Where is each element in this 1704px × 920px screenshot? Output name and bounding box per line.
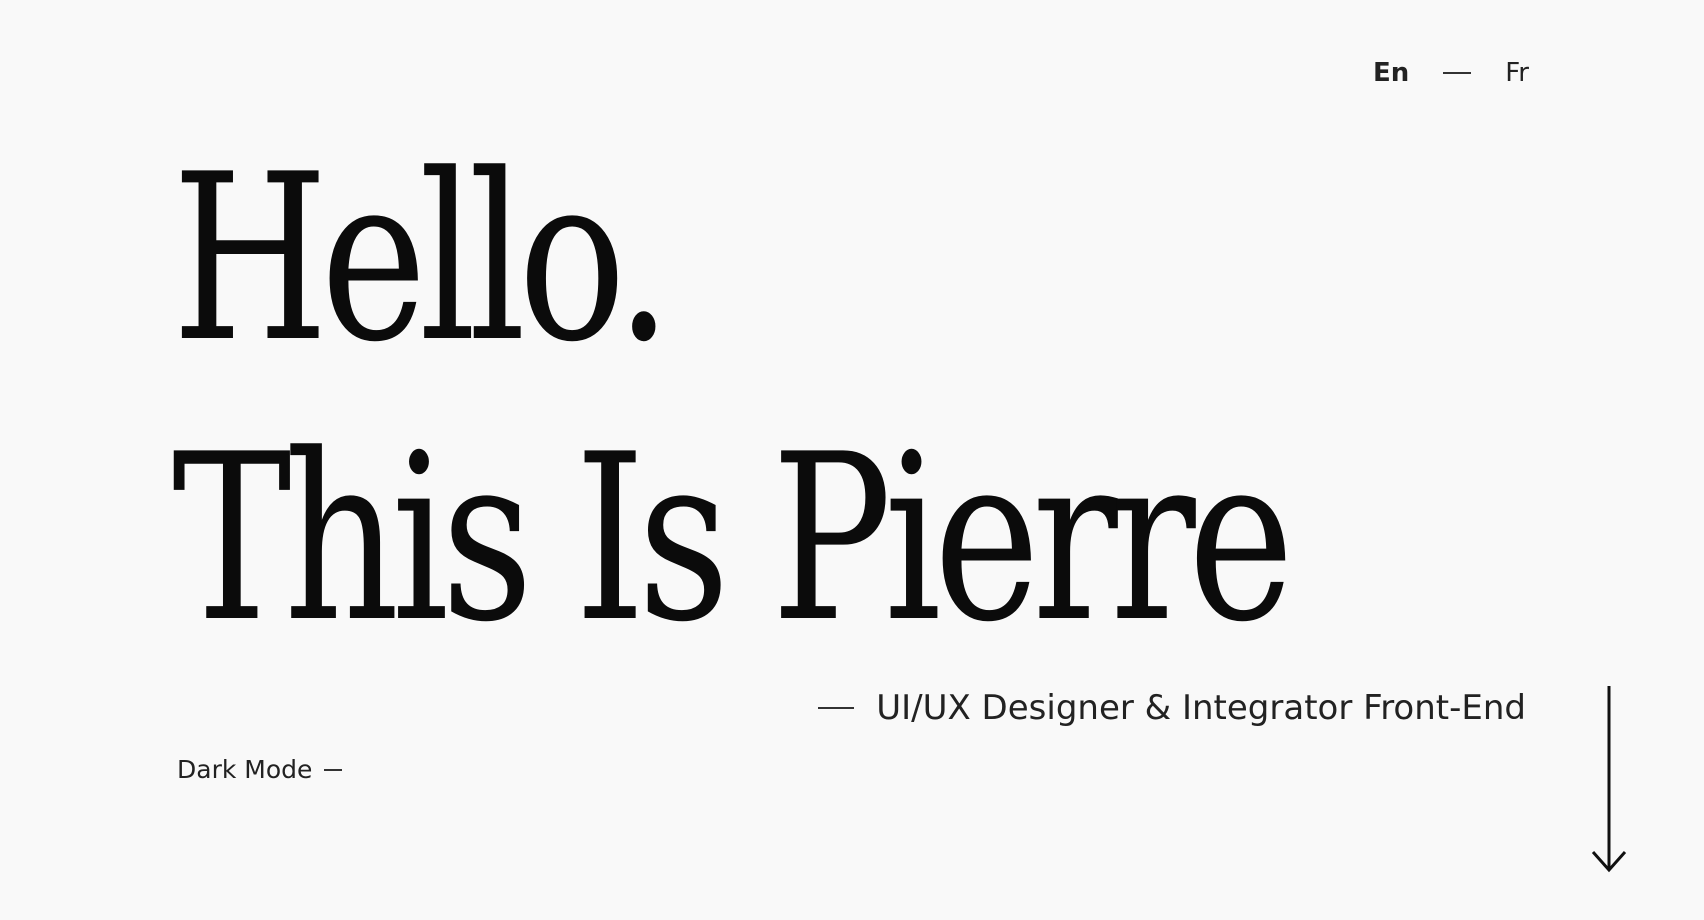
subtitle-dash: [818, 707, 855, 709]
arrow-down-icon[interactable]: [1591, 686, 1627, 874]
role-text: UI/UX Designer & Integrator Front-End: [876, 688, 1526, 728]
dark-mode-dash: [324, 768, 343, 771]
dark-mode-toggle[interactable]: Dark Mode: [177, 755, 343, 784]
hero-line-hello: Hello.: [172, 126, 672, 393]
language-separator: [1443, 72, 1472, 74]
hero-line-name: This Is Pierre: [172, 406, 1294, 673]
role-subtitle: UI/UX Designer & Integrator Front-End: [818, 688, 1526, 728]
language-en-link[interactable]: En: [1373, 58, 1409, 88]
language-switcher: En Fr: [1373, 58, 1529, 88]
hero-title: Hello. This Is Pierre: [172, 120, 1294, 680]
language-fr-link[interactable]: Fr: [1505, 58, 1529, 88]
dark-mode-label: Dark Mode: [177, 755, 313, 784]
